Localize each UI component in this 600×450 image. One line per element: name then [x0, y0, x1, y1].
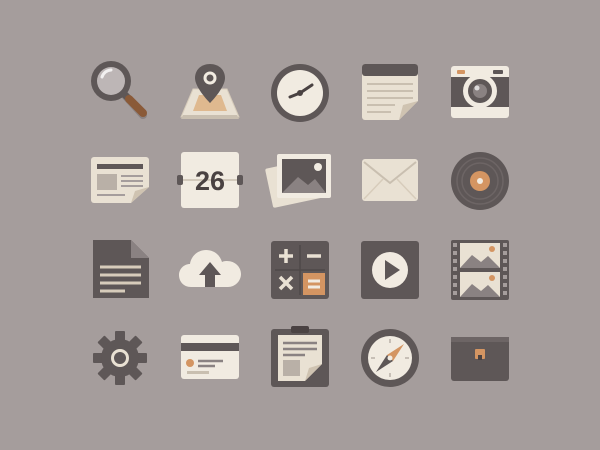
envelope-icon	[355, 145, 425, 215]
notepad-icon	[355, 57, 425, 127]
newspaper-icon	[85, 145, 155, 215]
settings-gear-icon	[85, 323, 155, 393]
clipboard-icon	[265, 323, 335, 393]
clock-icon	[265, 57, 335, 127]
map-pin-icon	[175, 57, 245, 127]
credit-card-icon	[175, 323, 245, 393]
calendar-icon: 26	[175, 145, 245, 215]
document-icon	[85, 235, 155, 305]
play-button-icon	[355, 235, 425, 305]
icon-grid: 26	[0, 0, 600, 450]
calendar-day-label: 26	[195, 166, 225, 196]
cloud-upload-icon	[175, 235, 245, 305]
magnifier-icon	[85, 57, 155, 127]
photos-icon	[265, 145, 335, 215]
briefcase-icon	[445, 323, 515, 393]
film-strip-icon	[445, 235, 515, 305]
compass-icon	[355, 323, 425, 393]
calculator-icon	[265, 235, 335, 305]
camera-icon	[445, 57, 515, 127]
vinyl-record-icon	[445, 145, 515, 215]
